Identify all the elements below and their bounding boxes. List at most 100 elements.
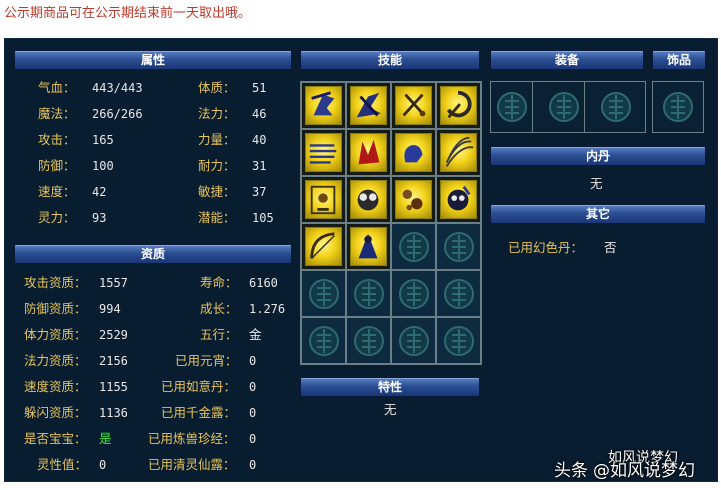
equipment-slot[interactable] xyxy=(491,82,533,132)
other-value: 否 xyxy=(604,240,617,255)
other-label: 已用幻色丹： xyxy=(508,240,584,255)
attr-value: 42 xyxy=(92,185,107,199)
aptitude-label: 防御资质： xyxy=(24,301,87,316)
skill-slot[interactable] xyxy=(346,223,391,270)
accessory-slot[interactable] xyxy=(652,81,704,133)
skill-icon-6[interactable] xyxy=(350,133,387,172)
skill-icon-1[interactable] xyxy=(305,86,342,125)
empty-slot-emblem-icon xyxy=(663,92,693,122)
aptitude-label: 已用元宵： xyxy=(175,353,238,368)
skill-icon-11[interactable] xyxy=(395,180,432,219)
skill-icon-7[interactable] xyxy=(395,133,432,172)
aptitude-label: 灵性值： xyxy=(37,457,88,472)
attributes-header: 属性 xyxy=(14,50,292,70)
skill-icon-4[interactable] xyxy=(440,86,477,125)
skill-slot[interactable] xyxy=(346,176,391,223)
attr-value: 100 xyxy=(92,159,114,173)
skill-slot[interactable] xyxy=(301,129,346,176)
empty-slot-emblem-icon xyxy=(354,326,384,356)
skills-header: 技能 xyxy=(300,50,480,70)
aptitude-value: 994 xyxy=(99,302,121,316)
attr-value: 93 xyxy=(92,211,107,225)
skill-slot[interactable] xyxy=(436,129,481,176)
aptitude-value: 金 xyxy=(249,327,262,342)
skill-slot[interactable] xyxy=(391,176,436,223)
skill-icon-3[interactable] xyxy=(395,86,432,125)
empty-slot-emblem-icon xyxy=(444,232,474,262)
notice-text: 公示期商品可在公示期结束前一天取出哦。 xyxy=(4,6,252,21)
aptitude-label: 五行： xyxy=(200,327,238,342)
empty-slot-emblem-icon xyxy=(399,326,429,356)
neidan-header: 内丹 xyxy=(490,146,706,166)
empty-skill-slot xyxy=(301,270,346,317)
aptitude-value: 0 xyxy=(249,354,257,368)
attr-value: 165 xyxy=(92,133,114,147)
empty-slot-emblem-icon xyxy=(354,279,384,309)
attr-label: 体质： xyxy=(198,80,236,95)
aptitude-label: 躲闪资质： xyxy=(24,405,87,420)
skill-icon-10[interactable] xyxy=(350,180,387,219)
skill-icon-14[interactable] xyxy=(350,227,387,266)
aptitude-value: 1155 xyxy=(99,380,128,394)
equipment-slot[interactable] xyxy=(543,82,585,132)
empty-skill-slot xyxy=(391,223,436,270)
aptitude-value: 0 xyxy=(99,458,107,472)
empty-skill-slot xyxy=(346,270,391,317)
aptitude-label: 法力资质： xyxy=(24,353,87,368)
empty-slot-emblem-icon xyxy=(497,92,527,122)
empty-skill-slot xyxy=(436,270,481,317)
skill-slot[interactable] xyxy=(391,129,436,176)
attr-label: 法力： xyxy=(198,106,236,121)
aptitude-label: 已用如意丹： xyxy=(161,379,237,394)
aptitude-label: 成长： xyxy=(200,301,238,316)
skill-icon-12[interactable] xyxy=(440,180,477,219)
watermark-sub: @如风说梦幻 xyxy=(593,461,695,481)
is-baby-value: 是 xyxy=(99,431,112,446)
skill-slot[interactable] xyxy=(436,176,481,223)
skill-icon-13[interactable] xyxy=(305,227,342,266)
attr-label: 魔法： xyxy=(38,106,76,121)
equipment-slot[interactable] xyxy=(595,82,637,132)
attr-label: 攻击： xyxy=(38,132,76,147)
skills-grid xyxy=(300,81,482,365)
skill-icon-8[interactable] xyxy=(440,133,477,172)
skill-slot[interactable] xyxy=(346,82,391,129)
attr-label: 防御： xyxy=(38,158,76,173)
skill-slot[interactable] xyxy=(391,82,436,129)
skill-icon-9[interactable] xyxy=(305,180,342,219)
skill-icon-5[interactable] xyxy=(305,133,342,172)
skill-icon-2[interactable] xyxy=(350,86,387,125)
accessory-header: 饰品 xyxy=(652,50,706,70)
skill-slot[interactable] xyxy=(301,176,346,223)
empty-skill-slot xyxy=(301,317,346,364)
skill-slot[interactable] xyxy=(301,223,346,270)
empty-slot-emblem-icon xyxy=(601,92,631,122)
attr-value: 40 xyxy=(252,133,267,147)
equipment-header: 装备 xyxy=(490,50,644,70)
attr-label: 潜能： xyxy=(198,210,236,225)
attr-value: 105 xyxy=(252,211,274,225)
aptitude-header: 资质 xyxy=(14,244,292,264)
skill-slot[interactable] xyxy=(436,82,481,129)
neidan-value: 无 xyxy=(590,176,603,191)
aptitude-label: 已用炼兽珍经： xyxy=(148,431,236,446)
special-header: 特性 xyxy=(300,377,480,397)
aptitude-value: 0 xyxy=(249,380,257,394)
aptitude-label: 体力资质： xyxy=(24,327,87,342)
aptitude-value: 0 xyxy=(249,458,257,472)
aptitude-label: 速度资质： xyxy=(24,379,87,394)
skill-slot[interactable] xyxy=(346,129,391,176)
empty-skill-slot xyxy=(436,223,481,270)
empty-slot-emblem-icon xyxy=(399,279,429,309)
special-value: 无 xyxy=(384,402,397,417)
aptitude-label: 已用千金露： xyxy=(161,405,237,420)
empty-skill-slot xyxy=(391,270,436,317)
aptitude-value: 0 xyxy=(249,432,257,446)
attr-label: 灵力： xyxy=(38,210,76,225)
attr-value: 266/266 xyxy=(92,107,143,121)
attr-label: 敏捷： xyxy=(198,184,236,199)
skill-slot[interactable] xyxy=(301,82,346,129)
empty-slot-emblem-icon xyxy=(309,279,339,309)
empty-slot-emblem-icon xyxy=(444,326,474,356)
aptitude-label: 已用清灵仙露： xyxy=(148,457,236,472)
